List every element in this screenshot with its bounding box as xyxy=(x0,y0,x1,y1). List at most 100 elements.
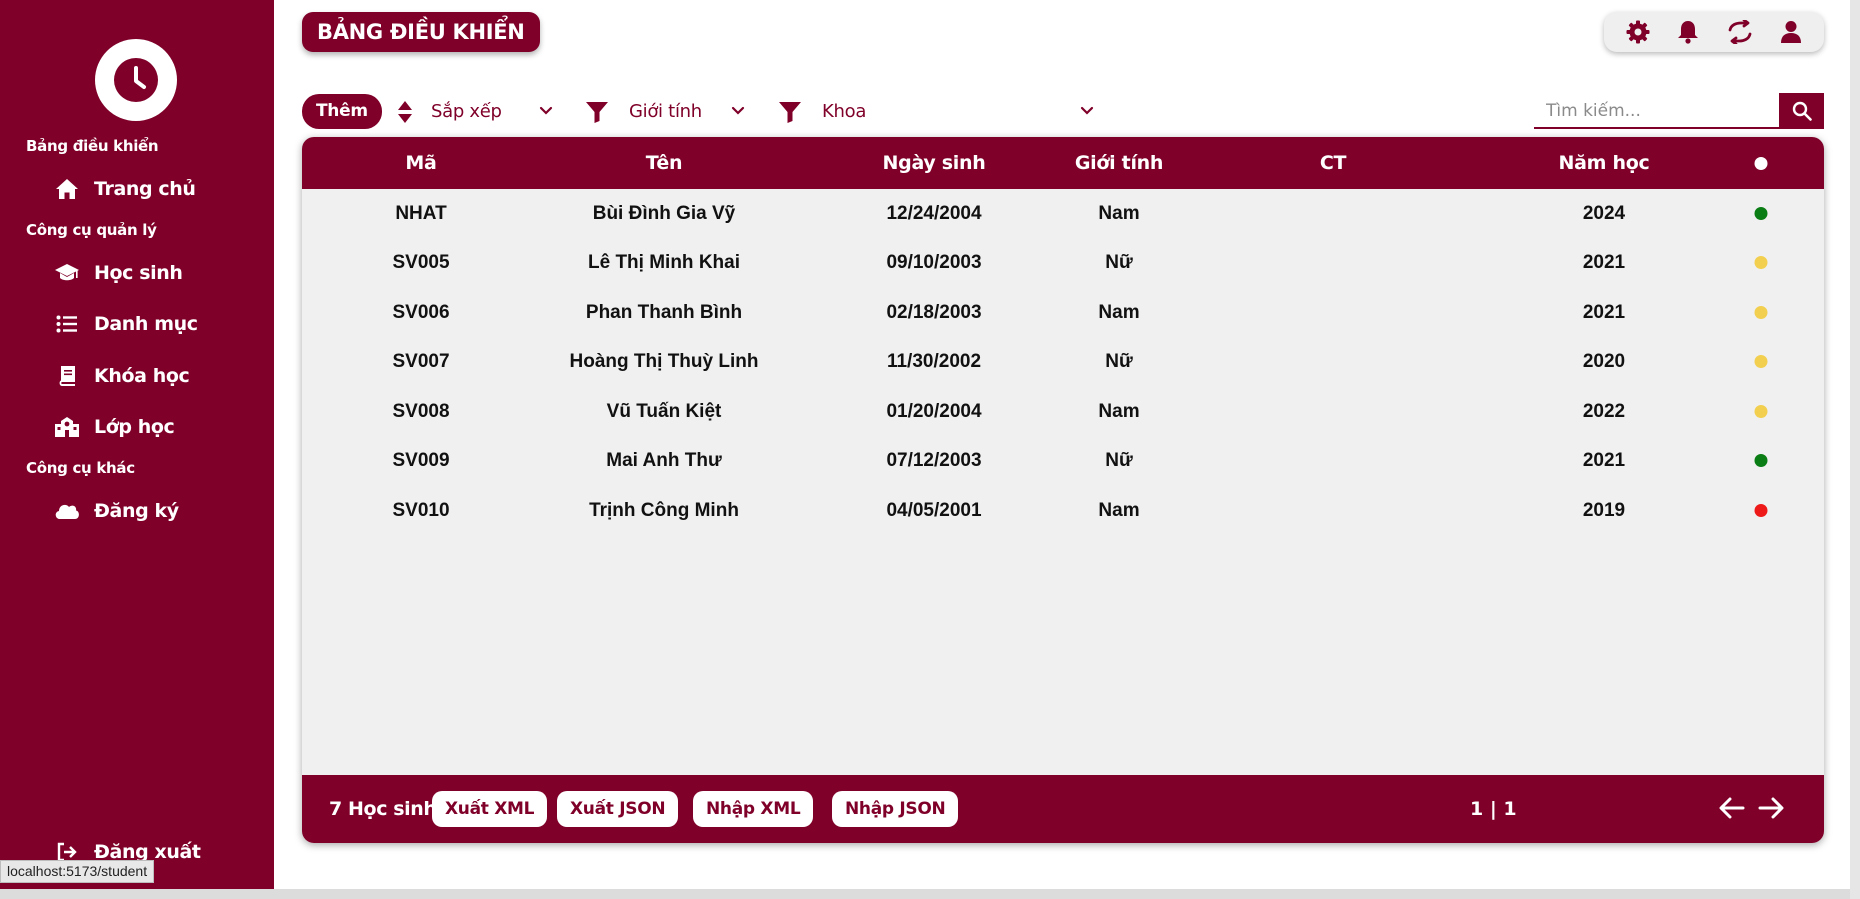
list-icon xyxy=(54,311,80,337)
clock-logo-icon[interactable] xyxy=(95,39,177,121)
gender-filter-label: Giới tính xyxy=(629,101,702,122)
table-row[interactable]: NHAT Bùi Đình Gia Vỹ 12/24/2004 Nam 2024 xyxy=(302,189,1824,238)
export-json-button[interactable]: Xuất JSON xyxy=(557,791,679,827)
column-header-year[interactable]: Năm học xyxy=(1559,137,1650,189)
book-icon xyxy=(54,363,80,389)
cell-gender: Nữ xyxy=(1105,252,1133,273)
status-dot xyxy=(1754,405,1768,418)
sidebar: Bảng điều khiển Trang chủ Công cụ quản l… xyxy=(0,0,274,889)
cell-year: 2019 xyxy=(1582,500,1626,521)
column-header-gender[interactable]: Giới tính xyxy=(1075,137,1164,189)
bell-icon[interactable] xyxy=(1677,20,1699,44)
sidebar-section-management: Công cụ quản lý xyxy=(26,221,157,239)
sidebar-item-label: Học sinh xyxy=(94,262,183,284)
page-indicator: 1 | 1 xyxy=(1470,798,1517,820)
sync-icon[interactable] xyxy=(1727,20,1753,44)
cell-id: NHAT xyxy=(395,203,447,224)
table-row[interactable]: SV008 Vũ Tuấn Kiệt 01/20/2004 Nam 2022 xyxy=(302,387,1824,436)
page-title: BẢNG ĐIỀU KHIỂN xyxy=(302,12,540,52)
window-bottom-edge xyxy=(0,889,1860,899)
cell-gender: Nam xyxy=(1098,401,1140,422)
cell-name: Hoàng Thị Thuỳ Linh xyxy=(569,351,759,372)
window-scrollbar[interactable] xyxy=(1850,0,1860,899)
status-dot xyxy=(1754,355,1768,368)
cell-id: SV008 xyxy=(392,401,450,422)
cell-gender: Nam xyxy=(1098,302,1140,323)
sidebar-item-categories[interactable]: Danh mục xyxy=(54,311,198,337)
chevron-down-icon[interactable] xyxy=(1079,100,1095,125)
status-dot xyxy=(1754,207,1768,220)
cell-id: SV007 xyxy=(392,351,450,372)
cell-year: 2020 xyxy=(1582,351,1626,372)
students-table: Mã Tên Ngày sinh Giới tính CT Năm học NH… xyxy=(302,137,1824,843)
search-button[interactable] xyxy=(1779,93,1824,129)
gear-icon[interactable] xyxy=(1626,20,1650,44)
cell-id: SV010 xyxy=(392,500,450,521)
table-row[interactable]: SV006 Phan Thanh Bình 02/18/2003 Nam 202… xyxy=(302,288,1824,337)
chevron-down-icon[interactable] xyxy=(538,100,554,125)
cell-dob: 07/12/2003 xyxy=(886,450,982,471)
header-actions xyxy=(1604,12,1824,52)
sidebar-item-courses[interactable]: Khóa học xyxy=(54,363,190,389)
sidebar-item-label: Đăng ký xyxy=(94,500,179,522)
sort-icon xyxy=(397,100,413,124)
search-input[interactable] xyxy=(1534,94,1779,129)
status-dot xyxy=(1754,504,1768,517)
table-row[interactable]: SV005 Lê Thị Minh Khai 09/10/2003 Nữ 202… xyxy=(302,238,1824,287)
cell-dob: 01/20/2004 xyxy=(886,401,982,422)
status-dot xyxy=(1754,306,1768,319)
graduation-cap-icon xyxy=(54,260,80,286)
import-json-button[interactable]: Nhập JSON xyxy=(832,791,959,827)
import-xml-button[interactable]: Nhập XML xyxy=(693,791,814,827)
sidebar-item-label: Lớp học xyxy=(94,416,175,438)
sidebar-item-home[interactable]: Trang chủ xyxy=(54,176,196,202)
column-header-ct[interactable]: CT xyxy=(1320,137,1347,189)
table-row[interactable]: SV007 Hoàng Thị Thuỳ Linh 11/30/2002 Nữ … xyxy=(302,337,1824,386)
table-row[interactable]: SV010 Trịnh Công Minh 04/05/2001 Nam 201… xyxy=(302,486,1824,535)
column-header-dob[interactable]: Ngày sinh xyxy=(883,137,986,189)
cell-year: 2021 xyxy=(1582,252,1626,273)
arrow-right-icon[interactable] xyxy=(1758,795,1784,826)
status-url-bar: localhost:5173/student xyxy=(0,860,155,883)
cell-gender: Nữ xyxy=(1105,351,1133,372)
column-header-name[interactable]: Tên xyxy=(646,137,683,189)
sidebar-section-dashboard: Bảng điều khiển xyxy=(26,137,159,155)
chevron-down-icon[interactable] xyxy=(730,100,746,125)
cell-id: SV009 xyxy=(392,450,450,471)
faculty-filter-dropdown[interactable]: Khoa xyxy=(778,94,866,129)
user-icon[interactable] xyxy=(1780,20,1802,44)
cell-name: Bùi Đình Gia Vỹ xyxy=(592,203,736,224)
cell-year: 2022 xyxy=(1582,401,1626,422)
sort-dropdown[interactable]: Sắp xếp xyxy=(397,94,502,129)
add-button[interactable]: Thêm xyxy=(302,94,382,129)
filter-icon xyxy=(778,101,802,123)
sidebar-item-label: Trang chủ xyxy=(94,178,196,200)
table-row[interactable]: SV009 Mai Anh Thư 07/12/2003 Nữ 2021 xyxy=(302,436,1824,485)
cell-name: Vũ Tuấn Kiệt xyxy=(606,401,722,422)
school-icon xyxy=(54,414,80,440)
gender-filter-dropdown[interactable]: Giới tính xyxy=(585,94,702,129)
sidebar-section-other: Công cụ khác xyxy=(26,459,135,477)
search-icon xyxy=(1792,101,1812,121)
sidebar-item-classes[interactable]: Lớp học xyxy=(54,414,175,440)
sidebar-item-register[interactable]: Đăng ký xyxy=(54,498,179,524)
student-count: 7 Học sinh xyxy=(329,798,437,820)
filter-icon xyxy=(585,101,609,123)
cell-name: Lê Thị Minh Khai xyxy=(588,252,740,273)
sort-label: Sắp xếp xyxy=(431,101,502,122)
cell-dob: 12/24/2004 xyxy=(886,203,982,224)
cell-year: 2021 xyxy=(1582,302,1626,323)
cell-year: 2021 xyxy=(1582,450,1626,471)
arrow-left-icon[interactable] xyxy=(1719,795,1745,826)
faculty-filter-label: Khoa xyxy=(822,101,867,122)
column-header-id[interactable]: Mã xyxy=(405,137,436,189)
cell-gender: Nữ xyxy=(1105,450,1133,471)
cell-gender: Nam xyxy=(1098,203,1140,224)
cell-year: 2024 xyxy=(1582,203,1626,224)
cloud-icon xyxy=(54,498,80,524)
cell-name: Phan Thanh Bình xyxy=(585,302,743,323)
export-xml-button[interactable]: Xuất XML xyxy=(432,791,548,827)
sidebar-item-students[interactable]: Học sinh xyxy=(54,260,183,286)
home-icon xyxy=(54,176,80,202)
status-header-dot xyxy=(1754,157,1768,170)
